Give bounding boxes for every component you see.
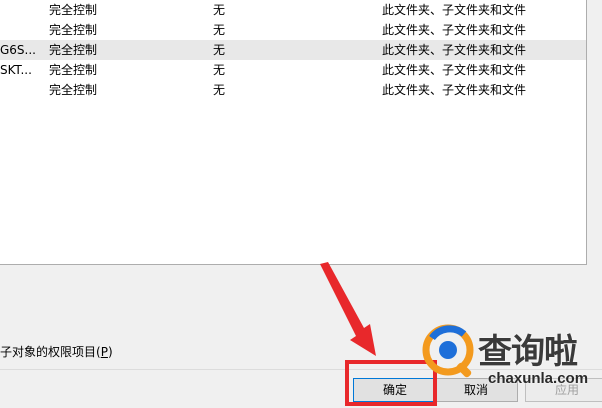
row-applies-to: 此文件夹、子文件夹和文件 xyxy=(382,83,527,97)
cancel-button[interactable]: 取消 xyxy=(434,378,518,402)
row-applies-to: 此文件夹、子文件夹和文件 xyxy=(382,43,527,57)
row-inherited-from: 无 xyxy=(213,3,226,17)
permission-row[interactable]: 完全控制 无 此文件夹、子文件夹和文件 xyxy=(0,80,586,100)
permission-row-selected[interactable]: G6S... 完全控制 无 此文件夹、子文件夹和文件 xyxy=(0,40,586,60)
apply-button[interactable]: 应用 xyxy=(525,378,602,402)
row-applies-to: 此文件夹、子文件夹和文件 xyxy=(382,23,527,37)
row-access: 完全控制 xyxy=(49,43,98,57)
row-access: 完全控制 xyxy=(49,3,98,17)
row-inherited-from: 无 xyxy=(213,83,226,97)
row-access: 完全控制 xyxy=(49,83,98,97)
row-principal: G6S... xyxy=(0,43,36,57)
row-access: 完全控制 xyxy=(49,63,98,77)
watermark-title: 查询啦 xyxy=(478,332,578,372)
replace-child-label-suffix: ) xyxy=(107,345,113,359)
replace-child-permissions-checkbox-label[interactable]: 子对象的权限项目(P) xyxy=(0,343,113,360)
permission-row[interactable]: 完全控制 无 此文件夹、子文件夹和文件 xyxy=(0,20,586,40)
replace-child-label-text: 子对象的权限项目( xyxy=(0,345,101,359)
vertical-scrollbar[interactable] xyxy=(588,0,602,408)
row-inherited-from: 无 xyxy=(213,43,226,57)
replace-child-hotkey: P xyxy=(100,345,108,359)
ok-button-highlight-box xyxy=(345,360,437,406)
red-pointer-arrow-icon xyxy=(320,262,376,356)
row-inherited-from: 无 xyxy=(213,63,226,77)
row-applies-to: 此文件夹、子文件夹和文件 xyxy=(382,3,527,17)
permission-row[interactable]: SKT... 完全控制 无 此文件夹、子文件夹和文件 xyxy=(0,60,586,80)
permission-row[interactable]: 完全控制 无 此文件夹、子文件夹和文件 xyxy=(0,0,586,20)
row-applies-to: 此文件夹、子文件夹和文件 xyxy=(382,63,527,77)
row-access: 完全控制 xyxy=(49,23,98,37)
row-inherited-from: 无 xyxy=(213,23,226,37)
permission-entries-list[interactable]: 完全控制 无 此文件夹、子文件夹和文件 完全控制 无 此文件夹、子文件夹和文件 … xyxy=(0,0,587,265)
row-principal: SKT... xyxy=(0,63,32,77)
